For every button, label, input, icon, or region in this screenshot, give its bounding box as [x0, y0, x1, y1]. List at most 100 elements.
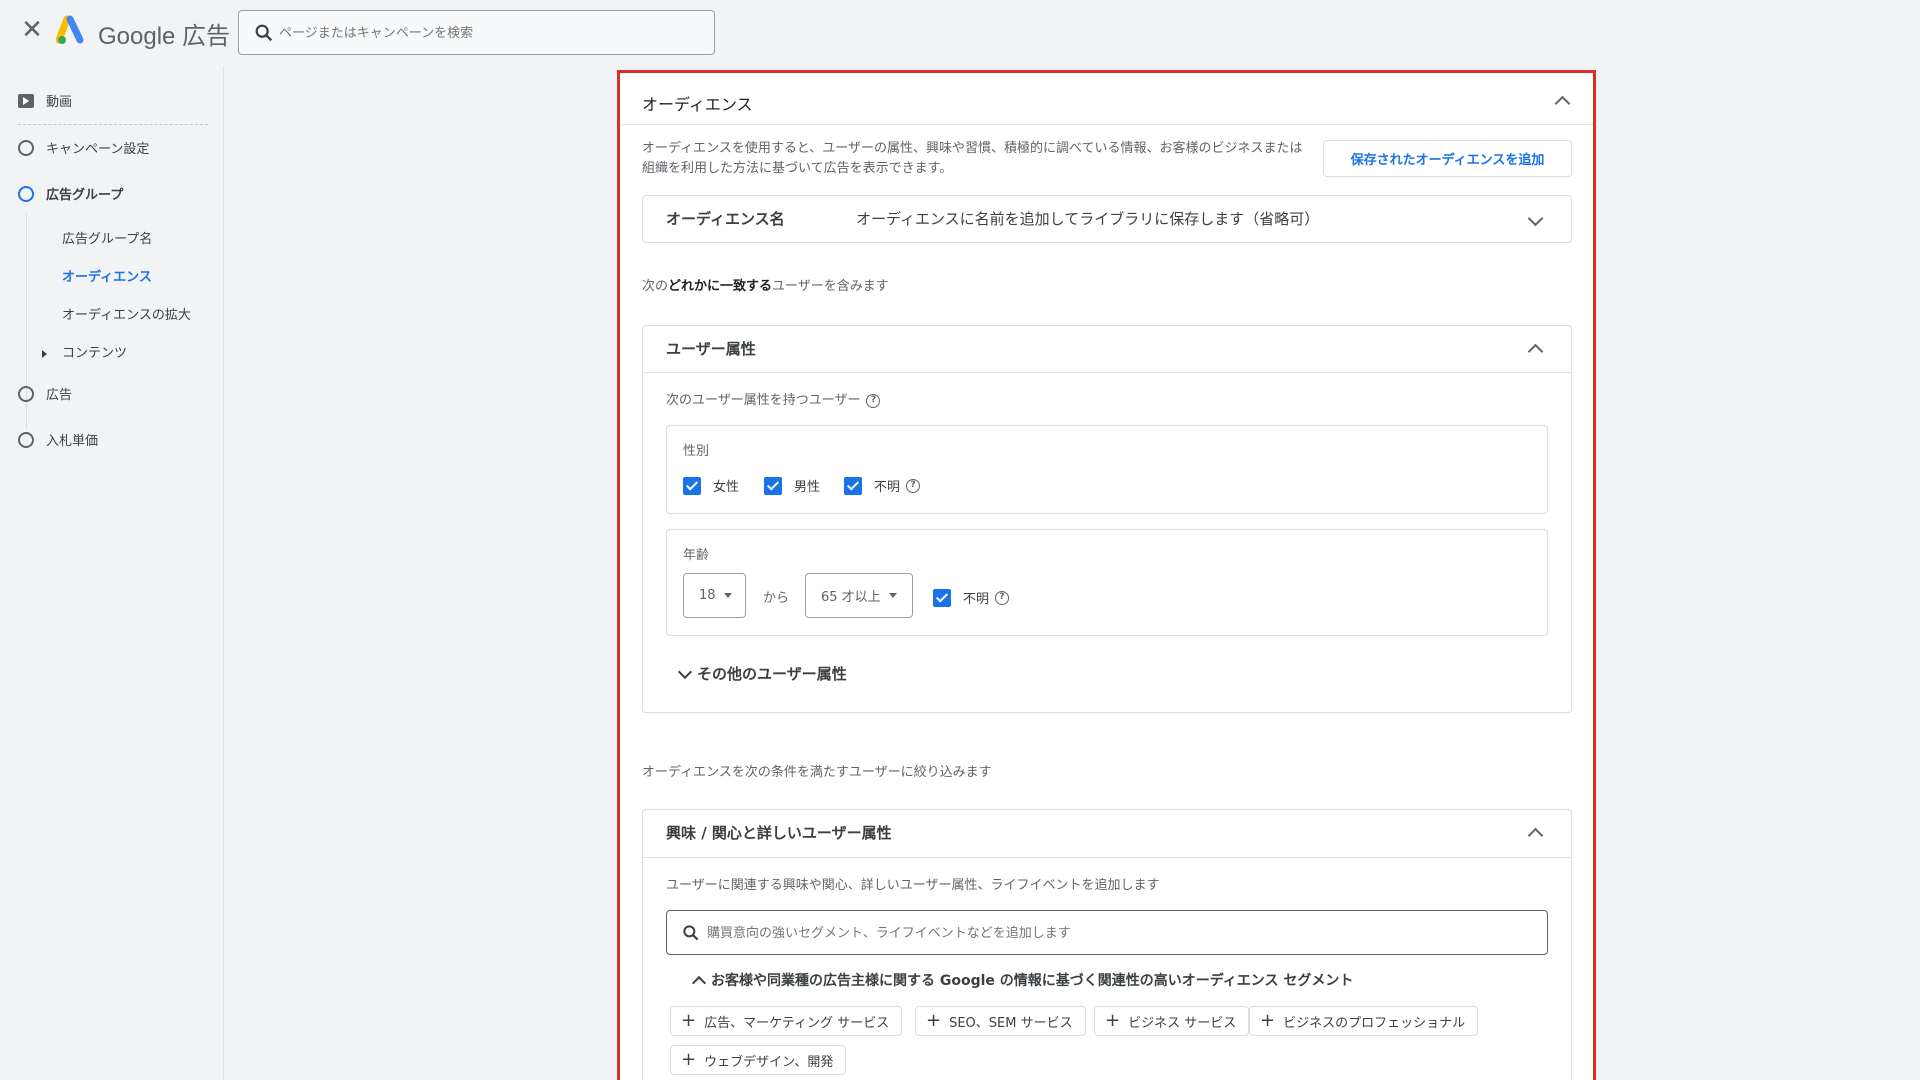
- more-demographics-toggle[interactable]: その他のユーザー属性: [679, 663, 847, 684]
- caret-right-icon[interactable]: [42, 350, 47, 358]
- age-from-select[interactable]: 18: [683, 573, 746, 618]
- brand-title: Google 広告: [98, 23, 231, 50]
- chip-label: ビジネスのプロフェッショナル: [1283, 1015, 1466, 1031]
- include-suffix: ユーザーを含みます: [772, 279, 889, 294]
- gender-female-checkbox[interactable]: 女性: [683, 476, 739, 495]
- chip-label: ビジネス サービス: [1128, 1015, 1237, 1031]
- segment-chip[interactable]: + ウェブデザイン、開発: [670, 1045, 847, 1075]
- gender-label: 性別: [683, 444, 710, 459]
- help-icon[interactable]: ?: [995, 590, 1010, 605]
- sidebar-item-campaign-settings[interactable]: キャンペーン設定: [18, 138, 149, 157]
- step-circle-icon: [18, 185, 34, 202]
- audience-name-hint: オーディエンスに名前を追加してライブラリに保存します（省略可）: [856, 210, 1320, 228]
- sidebar-subitem-audience[interactable]: オーディエンス: [62, 266, 152, 285]
- sidebar-item-ad-group[interactable]: 広告グループ: [18, 184, 123, 203]
- segment-chip[interactable]: + 広告、マーケティング サービス: [670, 1006, 903, 1036]
- more-demographics-label: その他のユーザー属性: [697, 665, 847, 683]
- plus-icon: +: [681, 1010, 697, 1031]
- sidebar-subitem-content[interactable]: コンテンツ: [62, 342, 127, 361]
- add-saved-audience-button[interactable]: 保存されたオーディエンスを追加: [1323, 140, 1572, 177]
- page-search[interactable]: [238, 10, 715, 55]
- collapse-chevron-icon[interactable]: [1554, 92, 1570, 108]
- age-from-value: 18: [699, 588, 716, 603]
- step-circle-icon: [18, 139, 34, 156]
- demographics-subtitle-text: 次のユーザー属性を持つユーザー: [666, 393, 861, 408]
- segment-chip[interactable]: + SEO、SEM サービス: [915, 1006, 1086, 1036]
- sidebar-subitem-audience-expansion[interactable]: オーディエンスの拡大: [62, 304, 191, 323]
- age-range-separator: から: [763, 591, 790, 606]
- chip-label: ウェブデザイン、開発: [704, 1054, 834, 1070]
- demographics-title: ユーザー属性: [666, 340, 756, 358]
- age-card: 年齢 18 から 65 才以上 不明 ?: [666, 529, 1548, 636]
- help-icon[interactable]: ?: [866, 393, 881, 408]
- collapse-chevron-icon[interactable]: [1527, 824, 1543, 840]
- search-icon: [255, 24, 273, 42]
- checkbox-checked-icon[interactable]: [844, 476, 862, 495]
- age-unknown-checkbox[interactable]: 不明 ?: [933, 588, 1010, 607]
- expand-chevron-icon[interactable]: [1527, 212, 1543, 228]
- sidebar-item-label: 動画: [46, 95, 73, 110]
- checkbox-checked-icon[interactable]: [764, 476, 782, 495]
- gender-card: 性別 女性 男性 不明 ?: [666, 425, 1548, 514]
- plus-icon: +: [1260, 1010, 1276, 1031]
- age-to-value: 65 才以上: [821, 590, 881, 605]
- narrow-audience-text: オーディエンスを次の条件を満たすユーザーに絞り込みます: [642, 765, 992, 780]
- checkbox-checked-icon[interactable]: [683, 476, 701, 495]
- divider: [620, 124, 1593, 125]
- sidebar-subitem-ad-group-name[interactable]: 広告グループ名: [62, 228, 152, 247]
- chevron-down-icon: [679, 669, 689, 679]
- step-circle-icon: [18, 385, 34, 402]
- gender-unknown-checkbox[interactable]: 不明 ?: [844, 476, 921, 495]
- google-ads-logo-icon: [56, 15, 84, 44]
- interests-subtitle: ユーザーに関連する興味や関心、詳しいユーザー属性、ライフイベントを追加します: [666, 878, 1160, 893]
- top-bar: ✕ Google 広告: [0, 0, 1920, 66]
- include-users-text: 次のどれかに一致するユーザーを含みます: [642, 275, 889, 294]
- checkbox-checked-icon[interactable]: [933, 588, 951, 607]
- demographics-subtitle: 次のユーザー属性を持つユーザー?: [666, 389, 881, 408]
- checkbox-label: 男性: [794, 480, 821, 495]
- demographics-section: ユーザー属性 次のユーザー属性を持つユーザー? 性別 女性 男性 不明 ? 年齢: [642, 325, 1572, 713]
- segment-search[interactable]: [666, 910, 1548, 955]
- gender-male-checkbox[interactable]: 男性: [764, 476, 820, 495]
- dropdown-arrow-icon: [723, 593, 732, 598]
- plus-icon: +: [1105, 1010, 1121, 1031]
- divider: [643, 372, 1571, 373]
- video-icon: [18, 93, 34, 108]
- sidebar-item-video[interactable]: 動画: [18, 91, 72, 110]
- close-icon[interactable]: ✕: [20, 17, 44, 43]
- help-icon[interactable]: ?: [906, 478, 921, 493]
- interests-title: 興味 / 関心と詳しいユーザー属性: [666, 824, 892, 842]
- audience-name-row[interactable]: オーディエンス名 オーディエンスに名前を追加してライブラリに保存します（省略可）: [642, 195, 1572, 243]
- sidebar-item-ads[interactable]: 広告: [18, 384, 72, 403]
- dropdown-arrow-icon: [888, 593, 897, 598]
- page-search-input[interactable]: [279, 21, 699, 45]
- sidebar: 動画 キャンペーン設定 広告グループ 広告グループ名 オーディエンス オーディエ…: [0, 66, 224, 1080]
- segment-chip[interactable]: + ビジネス サービス: [1094, 1006, 1250, 1036]
- chip-label: 広告、マーケティング サービス: [704, 1015, 890, 1031]
- chevron-up-icon: [693, 975, 703, 985]
- sidebar-item-label: 広告: [46, 388, 73, 403]
- audience-description: オーディエンスを使用すると、ユーザーの属性、興味や習慣、積極的に調べている情報、…: [642, 141, 1303, 176]
- divider: [643, 857, 1571, 858]
- segment-search-input[interactable]: [707, 922, 1527, 944]
- plus-icon: +: [681, 1049, 697, 1070]
- audience-panel: オーディエンス オーディエンスを使用すると、ユーザーの属性、興味や習慣、積極的に…: [617, 70, 1596, 1080]
- include-prefix: 次の: [642, 279, 669, 294]
- relevant-segments-toggle[interactable]: お客様や同業種の広告主様に関する Google の情報に基づく関連性の高いオーデ…: [693, 970, 1353, 990]
- include-bold: どれかに一致する: [668, 279, 773, 294]
- sidebar-item-bids[interactable]: 入札単価: [18, 430, 98, 449]
- panel-title: オーディエンス: [642, 95, 753, 114]
- sidebar-divider: [18, 124, 208, 125]
- age-to-select[interactable]: 65 才以上: [805, 573, 913, 618]
- plus-icon: +: [926, 1010, 942, 1031]
- collapse-chevron-icon[interactable]: [1527, 340, 1543, 356]
- segment-chip[interactable]: + ビジネスのプロフェッショナル: [1249, 1006, 1479, 1036]
- audience-name-label: オーディエンス名: [666, 210, 785, 228]
- checkbox-label: 不明: [874, 480, 901, 495]
- step-circle-icon: [18, 431, 34, 448]
- sidebar-item-label: 入札単価: [46, 434, 99, 449]
- sidebar-item-label: キャンペーン設定: [46, 142, 150, 157]
- checkbox-label: 女性: [713, 480, 740, 495]
- sidebar-item-label: 広告グループ: [46, 188, 124, 203]
- relevant-segments-title: お客様や同業種の広告主様に関する Google の情報に基づく関連性の高いオーデ…: [711, 973, 1354, 989]
